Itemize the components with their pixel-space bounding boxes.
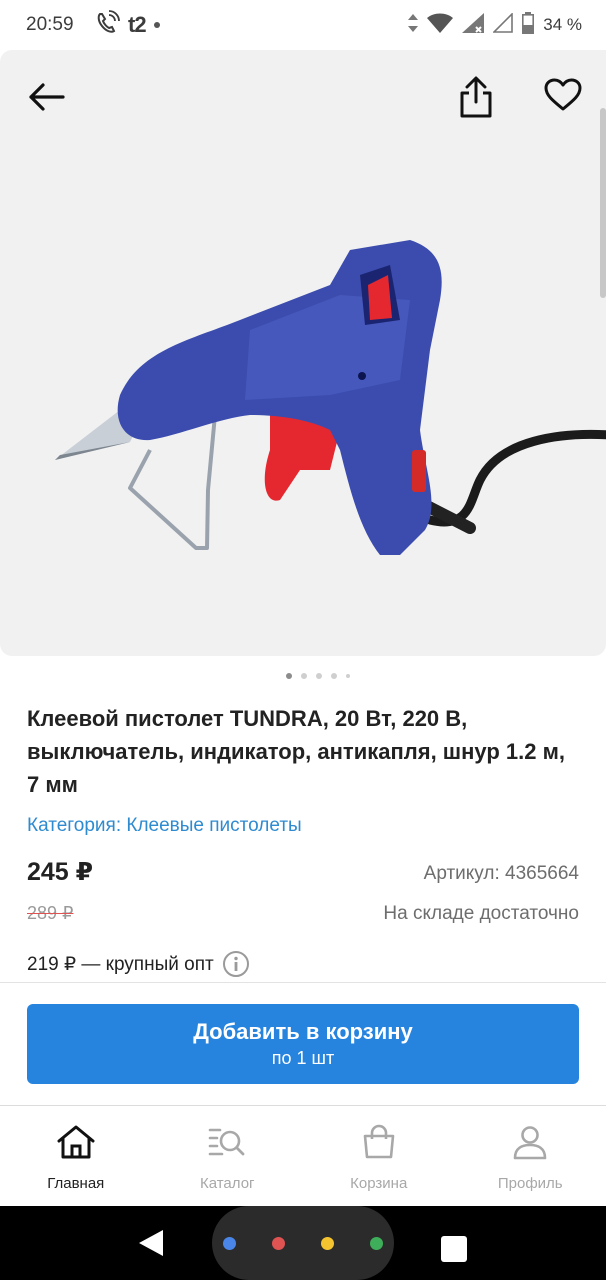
nav-item-catalog[interactable]: Каталог: [152, 1106, 304, 1206]
arrow-left-icon: [29, 83, 65, 111]
share-button[interactable]: [452, 72, 500, 122]
system-nav-bar: [0, 1206, 606, 1280]
data-arrows-icon: [408, 13, 419, 37]
price: 245 ₽: [27, 858, 94, 886]
pager-dot[interactable]: [346, 674, 350, 678]
system-recents-button[interactable]: [441, 1236, 467, 1262]
battery-icon: [522, 11, 535, 39]
status-bar: 20:59 t2 34 %: [0, 0, 606, 50]
status-right-icons: 34 %: [408, 11, 582, 39]
category-link[interactable]: Категория: Клеевые пистолеты: [27, 815, 302, 837]
home-icon: [56, 1122, 96, 1162]
wifi-icon: [427, 13, 454, 38]
pager-dot[interactable]: [286, 673, 292, 679]
favorite-button[interactable]: [538, 72, 588, 118]
assistant-dot-icon: [321, 1236, 334, 1250]
battery-percent: 34 %: [543, 15, 582, 34]
carrier-logo: t2: [128, 12, 147, 37]
triangle-back-icon: [139, 1230, 163, 1256]
old-price: 289 ₽: [27, 903, 74, 923]
nav-label-cart: Корзина: [350, 1175, 408, 1192]
nav-label-catalog: Каталог: [199, 1175, 255, 1192]
bottom-nav: Главная Каталог Корзина Профиль: [0, 1106, 606, 1206]
assistant-dot-icon: [370, 1236, 383, 1250]
product-gallery[interactable]: [0, 50, 606, 656]
signal-empty-icon: [492, 11, 514, 38]
wholesale-price: 219 ₽ — крупный опт: [27, 950, 250, 978]
assistant-dot-icon: [272, 1236, 285, 1250]
nav-item-cart[interactable]: Корзина: [303, 1106, 455, 1206]
back-button[interactable]: [22, 75, 70, 119]
stock-status: На складе достаточно: [383, 903, 579, 924]
nav-item-profile[interactable]: Профиль: [455, 1106, 606, 1206]
divider: [0, 982, 606, 983]
nav-label-profile: Профиль: [497, 1175, 563, 1192]
nav-item-home[interactable]: Главная: [0, 1106, 152, 1206]
system-home-button[interactable]: [212, 1206, 394, 1280]
product-image-glue-gun[interactable]: [40, 180, 606, 570]
system-back-button[interactable]: [134, 1226, 168, 1260]
nav-label-home: Главная: [47, 1175, 105, 1192]
notification-dot-icon: [153, 22, 160, 28]
shopping-bag-icon: [359, 1122, 399, 1162]
pager-dot[interactable]: [331, 673, 337, 679]
add-to-cart-sublabel: по 1 шт: [271, 1048, 335, 1068]
pager-dot[interactable]: [316, 673, 322, 679]
product-title: Клеевой пистолет TUNDRA, 20 Вт, 220 В, в…: [27, 706, 565, 797]
assistant-dot-icon: [223, 1236, 236, 1250]
add-to-cart-label: Добавить в корзину: [193, 1019, 413, 1044]
share-icon: [460, 76, 492, 118]
image-pager: [0, 670, 606, 682]
status-left-icons: t2: [94, 9, 160, 41]
add-to-cart-button[interactable]: Добавить в корзину по 1 шт: [27, 1004, 579, 1084]
info-icon[interactable]: [222, 950, 250, 978]
signal-icon: [462, 12, 485, 38]
heart-icon: [544, 78, 582, 111]
wifi-call-icon: [94, 9, 120, 41]
pager-dot[interactable]: [301, 673, 307, 679]
profile-icon: [510, 1122, 550, 1162]
wholesale-price-text: 219 ₽ — крупный опт: [27, 953, 214, 975]
catalog-search-icon: [207, 1122, 247, 1162]
status-time: 20:59: [26, 14, 74, 35]
sku: Артикул: 4365664: [423, 863, 579, 884]
